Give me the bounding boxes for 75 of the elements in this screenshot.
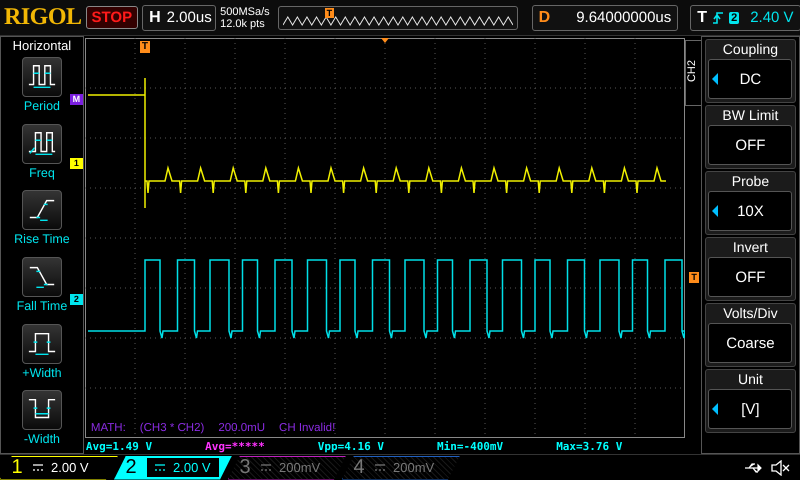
menu-item-title: Probe — [732, 172, 770, 191]
measure-label: +Width — [22, 366, 62, 380]
timebase-value: 2.00us — [166, 9, 212, 26]
trigger-level: 2.40 V — [750, 9, 794, 26]
menu-tab[interactable]: CH2 — [685, 40, 701, 106]
menu-item[interactable]: BW Limit OFF — [704, 105, 796, 169]
menu-item-value: Coarse — [726, 334, 775, 352]
measure-label: Rise Time — [14, 232, 70, 246]
channel-tab[interactable]: 1 2.00 V — [0, 456, 118, 480]
channel-tab[interactable]: 2 2.00 V — [114, 456, 232, 480]
channel-marker[interactable]: M — [70, 94, 83, 105]
math-info: MATH: — [90, 422, 126, 434]
measurement-readout: Vpp=4.16 V — [318, 440, 384, 454]
brand-logo: RIGOL — [4, 4, 82, 31]
dc-coupling-icon — [155, 464, 165, 472]
channel-marker[interactable]: 1 — [70, 158, 83, 169]
measure-button[interactable] — [22, 257, 62, 298]
menu-item-value: DC — [740, 70, 762, 88]
menu-item[interactable]: Probe 10X — [704, 171, 796, 235]
trigger-source-badge: 2 — [729, 12, 740, 24]
timebase-panel[interactable]: H 2.00us — [142, 4, 216, 30]
channel-marker[interactable]: 2 — [70, 294, 83, 305]
trigger-position-marker: T — [324, 8, 334, 18]
math-info: (CH3 * CH2) — [140, 422, 204, 434]
measure-button[interactable] — [22, 124, 62, 164]
timebase-label: H — [149, 8, 161, 26]
measure-label: Freq — [29, 166, 55, 180]
channel-tab[interactable]: 4 200mV — [342, 456, 460, 480]
measure-button[interactable] — [22, 190, 62, 230]
dc-coupling-icon — [261, 464, 271, 472]
menu-item[interactable]: Volts/Div Coarse — [704, 303, 796, 367]
menu-item-title: BW Limit — [722, 106, 778, 125]
measurement-readout: Avg=1.49 V — [86, 440, 152, 454]
trigger-level-marker: T — [689, 272, 699, 283]
usb-icon — [744, 462, 764, 474]
measurement-readout: Min=-400mV — [436, 440, 504, 454]
menu-item-title: Volts/Div — [723, 304, 778, 323]
measurement-readout: Avg=***** — [205, 440, 265, 454]
menu-item-title: Unit — [738, 370, 763, 389]
measure-button[interactable] — [22, 57, 62, 97]
delay-label: D — [538, 8, 550, 26]
trigger-position-marker: T — [140, 41, 150, 53]
menu-item-value: OFF — [735, 136, 766, 154]
menu-item-title: Coupling — [722, 40, 778, 59]
speaker-muted-icon — [770, 460, 790, 476]
menu-item[interactable]: Unit [V] — [704, 369, 796, 433]
measure-button[interactable] — [22, 390, 62, 430]
trigger-position-icon — [380, 38, 389, 43]
channel-tab[interactable]: 3 200mV — [228, 456, 346, 480]
menu-item-value: 10X — [737, 202, 764, 220]
delay-value: 9.64000000us — [576, 9, 672, 26]
menu-item-value: [V] — [741, 400, 760, 418]
dc-coupling-icon — [33, 464, 43, 472]
rising-edge-icon — [712, 10, 724, 24]
math-info: 200.0mU — [218, 422, 266, 434]
menu-tab-label: CH2 — [686, 60, 698, 82]
measure-label: Period — [24, 99, 60, 113]
menu-item[interactable]: Coupling DC — [704, 39, 796, 103]
math-info: CH Invalid! — [279, 422, 336, 434]
trigger-label: T — [697, 8, 708, 26]
measure-button[interactable] — [22, 324, 62, 364]
memory-depth: 12.0k pts — [220, 18, 266, 30]
delay-panel[interactable]: D 9.64000000us — [532, 4, 678, 30]
measure-label: -Width — [24, 432, 60, 446]
waveform-overview-icon — [282, 16, 513, 26]
menu-item-value: OFF — [735, 268, 766, 286]
menu-item[interactable]: Invert OFF — [704, 237, 796, 301]
menu-title: Horizontal — [12, 38, 72, 53]
run-stop-button[interactable]: STOP — [86, 6, 138, 29]
sample-rate: 500MSa/s — [220, 6, 270, 18]
measure-label: Fall Time — [16, 299, 68, 314]
measurement-readout: Max=3.76 V — [556, 440, 622, 454]
menu-item-title: Invert — [732, 238, 768, 257]
dc-coupling-icon — [375, 464, 385, 472]
trigger-panel[interactable]: T 2 2.40 V — [690, 4, 800, 30]
